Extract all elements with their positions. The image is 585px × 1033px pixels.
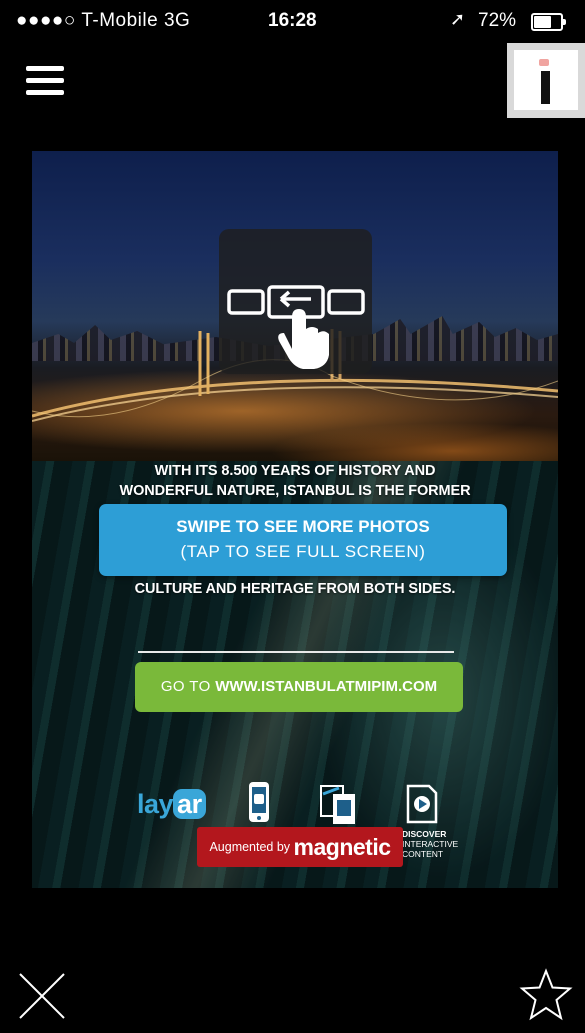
augmented-by-label: Augmented by [209, 840, 294, 854]
battery-icon [531, 13, 566, 31]
carrier-label: ●●●●○ T-Mobile 3G [16, 10, 191, 31]
swipe-banner-subtitle: (TAP TO SEE FULL SCREEN) [180, 542, 426, 561]
cta-prefix: GO TO [160, 678, 216, 695]
website-link-button[interactable]: GO TO WWW.ISTANBULATMIPIM.COM [135, 662, 463, 712]
layar-logo[interactable]: lay ar [137, 789, 206, 820]
description-line-2: WONDERFUL NATURE, ISTANBUL IS THE FORMER [119, 483, 471, 499]
close-x-icon[interactable] [14, 968, 70, 1024]
layar-logo-lay: lay [137, 789, 174, 819]
hamburger-menu-icon[interactable] [26, 66, 64, 96]
divider [138, 651, 454, 653]
istanbul-night-photo [32, 151, 558, 461]
pages-icon [320, 785, 355, 824]
swipe-hand-icon [227, 285, 365, 369]
augmented-by-magnetic-badge[interactable]: Augmented by magnetic [197, 827, 403, 867]
discover-line-2: INTERACTIVE [402, 839, 459, 849]
battery-percentage: 72% [478, 10, 517, 31]
description-line-1: WITH ITS 8.500 YEARS OF HISTORY AND [154, 463, 436, 479]
discover-line-1: DISCOVER [402, 829, 447, 839]
swipe-gesture-hint [219, 229, 372, 374]
cta-url: WWW.ISTANBULATMIPIM.COM [215, 678, 438, 695]
discover-interactive-content: DISCOVER INTERACTIVE CONTENT [402, 829, 482, 859]
star-outline-icon[interactable] [519, 968, 573, 1022]
discover-line-3: CONTENT [402, 849, 444, 859]
layar-logo-ar: ar [173, 789, 206, 819]
phone-ar-icon [249, 782, 269, 822]
location-arrow-icon: ➚ [450, 9, 466, 29]
swipe-photos-banner[interactable]: SWIPE TO SEE MORE PHOTOS (TAP TO SEE FUL… [99, 504, 507, 576]
play-document-icon [406, 784, 438, 824]
magnetic-logo: magnetic [293, 834, 391, 860]
description-line-3: CULTURE AND HERITAGE FROM BOTH SIDES. [134, 581, 456, 597]
clock: 16:28 [268, 10, 317, 31]
info-icon[interactable] [507, 43, 585, 118]
swipe-banner-title: SWIPE TO SEE MORE PHOTOS [176, 517, 430, 536]
status-bar: ●●●●○ T-Mobile 3G 16:28 ➚ 72% [0, 0, 585, 44]
photo-card[interactable]: WITH ITS 8.500 YEARS OF HISTORY AND WOND… [32, 151, 558, 888]
